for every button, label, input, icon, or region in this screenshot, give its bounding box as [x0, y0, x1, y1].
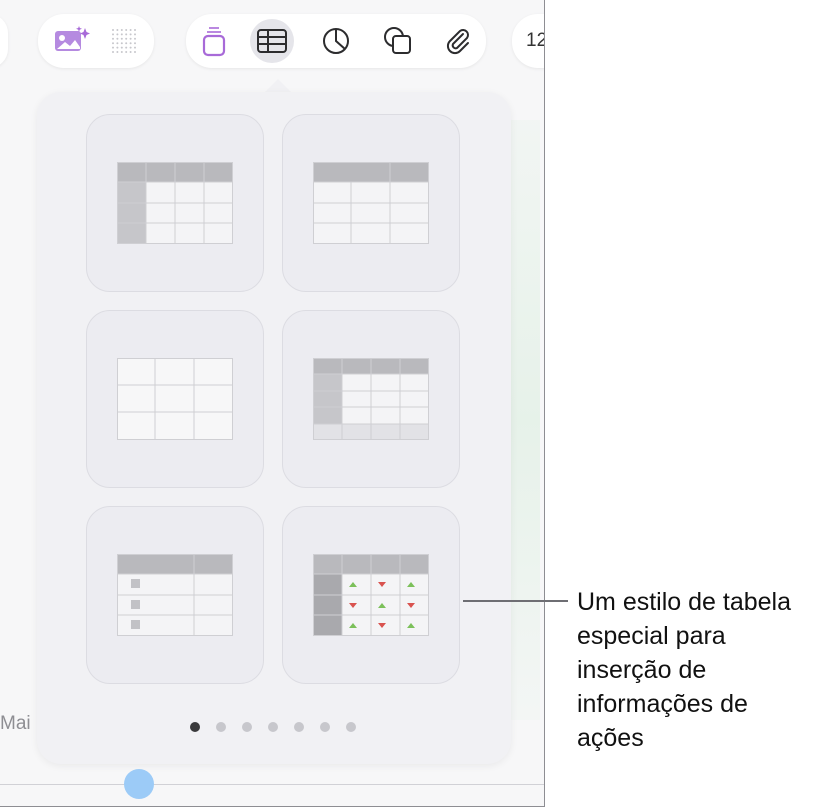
table-preview [313, 162, 429, 244]
grid-button[interactable] [102, 19, 146, 63]
toolbar-left-stub[interactable] [0, 14, 8, 68]
callout-line [463, 600, 568, 602]
table-preview [117, 358, 233, 440]
page-indicator [190, 722, 356, 732]
attachment-button[interactable] [436, 19, 480, 63]
app-screen: 12 [0, 0, 545, 807]
number-format-label: 12 [526, 30, 544, 51]
table-style-header-footer[interactable] [282, 310, 460, 488]
shape-button[interactable] [376, 19, 420, 63]
table-preview [117, 162, 233, 244]
table-style-header-row-column[interactable] [86, 114, 264, 292]
shapes-icon [384, 27, 411, 54]
page-dot[interactable] [216, 722, 226, 732]
dotted-grid-icon [112, 29, 136, 53]
page-dot[interactable] [190, 722, 200, 732]
table-button[interactable] [250, 19, 294, 63]
table-icon [257, 29, 287, 53]
table-style-stocks[interactable] [282, 506, 460, 684]
toolbar-right-group[interactable]: 12 [512, 14, 544, 68]
pie-chart-icon [323, 28, 349, 54]
callout-text: Um estilo de tabela especial para inserç… [577, 588, 792, 752]
text-box-icon [202, 27, 226, 57]
media-button[interactable] [50, 19, 94, 63]
chart-button[interactable] [314, 19, 358, 63]
slider-track[interactable] [0, 784, 544, 785]
popover-arrow [264, 79, 292, 93]
page-dot[interactable] [242, 722, 252, 732]
table-preview [117, 554, 233, 636]
table-style-checklist[interactable] [86, 506, 264, 684]
table-style-header-row[interactable] [282, 114, 460, 292]
page-dot[interactable] [294, 722, 304, 732]
text-box-button[interactable] [192, 19, 236, 63]
page-dot[interactable] [346, 722, 356, 732]
table-style-plain[interactable] [86, 310, 264, 488]
photo-sparkle-icon [55, 26, 90, 51]
page-dot[interactable] [268, 722, 278, 732]
axis-month-label: Mai [0, 713, 31, 734]
slider-knob[interactable] [124, 769, 154, 799]
page-dot[interactable] [320, 722, 330, 732]
media-toolbar-group [38, 14, 154, 68]
insert-toolbar-group [186, 14, 486, 68]
table-preview [313, 554, 429, 636]
table-preview [313, 358, 429, 440]
table-style-popover [37, 92, 511, 764]
paperclip-icon [446, 29, 469, 55]
